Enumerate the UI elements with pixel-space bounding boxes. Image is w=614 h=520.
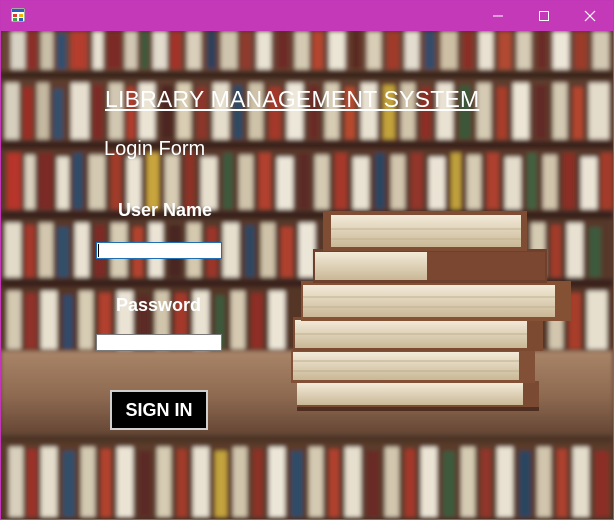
app-title: LIBRARY MANAGEMENT SYSTEM	[105, 86, 480, 112]
maximize-button[interactable]	[521, 1, 567, 31]
maximize-icon	[539, 11, 549, 21]
password-input[interactable]	[96, 334, 222, 351]
password-label: Password	[116, 295, 202, 315]
minimize-icon	[493, 15, 503, 17]
app-icon	[11, 8, 25, 22]
text-caret	[98, 244, 99, 257]
title-bar[interactable]	[1, 1, 613, 31]
sign-in-button[interactable]: SIGN IN	[110, 390, 208, 430]
app-window: LIBRARY MANAGEMENT SYSTEM Login Form Use…	[0, 0, 614, 520]
close-button[interactable]	[567, 1, 613, 31]
login-form-panel: LIBRARY MANAGEMENT SYSTEM Login Form Use…	[1, 31, 613, 519]
close-icon	[584, 10, 596, 22]
username-label: User Name	[118, 200, 213, 220]
form-title: Login Form	[104, 138, 206, 160]
minimize-button[interactable]	[475, 1, 521, 31]
username-input[interactable]	[96, 242, 222, 259]
